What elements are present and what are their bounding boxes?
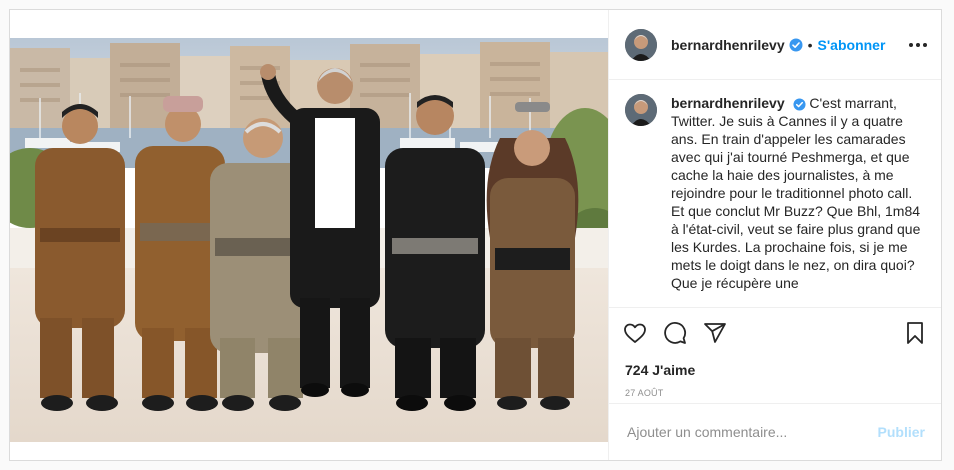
post-photo-image [10,38,608,442]
caption-text: bernardhenrilevy C'est marrant, Twitter.… [671,94,923,307]
verified-badge-icon [789,38,803,52]
avatar[interactable] [625,28,657,61]
comment-bubble-icon[interactable] [663,321,687,345]
heart-icon[interactable] [623,321,647,345]
comment-input[interactable] [625,423,878,441]
post-header: bernardhenrilevy • S'abonner [609,10,941,80]
bookmark-icon[interactable] [903,321,927,345]
likes-count[interactable]: 724 J'aime [609,348,941,378]
caption-avatar[interactable] [625,94,657,126]
publish-button[interactable]: Publier [878,424,925,440]
post-sidebar: bernardhenrilevy • S'abonner bernardhenr… [608,10,941,460]
more-options-icon[interactable] [909,37,927,53]
separator-dot: • [807,36,813,53]
post-photo[interactable] [10,10,608,460]
caption-body: C'est marrant, Twitter. Je suis à Cannes… [671,95,921,291]
verified-badge-icon [792,98,806,111]
follow-button[interactable]: S'abonner [818,37,886,53]
comment-box: Publier [609,403,941,460]
caption: bernardhenrilevy C'est marrant, Twitter.… [609,80,941,308]
action-bar [609,308,941,348]
paper-plane-icon[interactable] [703,321,727,345]
username[interactable]: bernardhenrilevy [671,37,785,53]
instagram-post: bernardhenrilevy • S'abonner bernardhenr… [9,9,942,461]
post-date[interactable]: 27 AOÛT [609,378,941,398]
caption-username[interactable]: bernardhenrilevy [671,95,785,111]
